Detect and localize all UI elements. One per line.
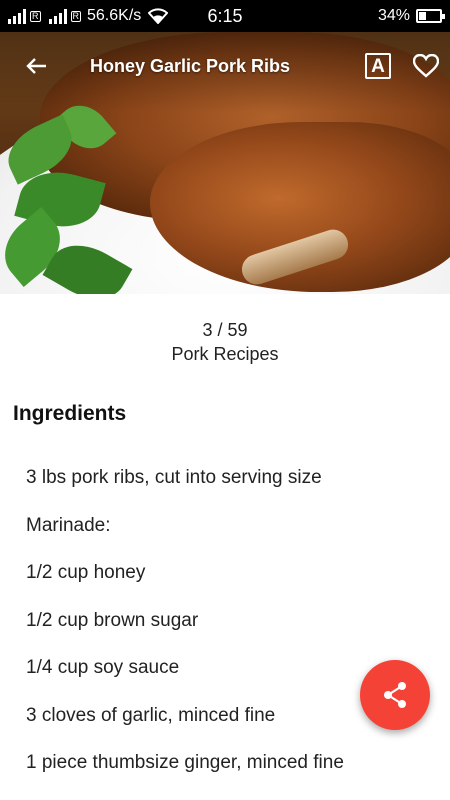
back-button[interactable] (0, 32, 72, 100)
status-right: 34% (377, 7, 445, 25)
battery-icon (416, 9, 445, 23)
recipe-counter: 3 / 59 Pork Recipes (0, 318, 450, 366)
ingredients-list: 3 lbs pork ribs, cut into serving size M… (26, 454, 440, 787)
recipe-position: 3 / 59 (202, 320, 248, 340)
signal-icon-2 (48, 8, 67, 24)
sim-badge-icon-2: R (70, 10, 81, 22)
signal-icon (8, 8, 26, 24)
ingredient-item: 3 lbs pork ribs, cut into serving size (26, 467, 322, 488)
heart-outline-icon (413, 54, 439, 78)
favorite-button[interactable] (402, 42, 450, 90)
font-size-icon: A (365, 53, 391, 79)
section-title-ingredients: Ingredients (13, 402, 127, 425)
ingredient-item: 1/2 cup honey (26, 562, 146, 583)
share-fab-button[interactable] (360, 660, 430, 730)
font-size-button[interactable]: A (354, 42, 402, 90)
ingredient-item: 1/2 cup brown sugar (26, 609, 199, 631)
status-bar: R R 56.6K/s 6:15 34% (0, 0, 450, 32)
battery-percent: 34% (377, 7, 410, 24)
status-left: R R 56.6K/s (8, 7, 378, 25)
recipe-category: Pork Recipes (171, 344, 279, 364)
wifi-icon (148, 8, 169, 24)
recipe-title: Honey Garlic Pork Ribs (90, 55, 291, 76)
ingredient-item: Marinade: (26, 514, 111, 536)
ingredient-item: 1 piece thumbsize ginger, minced fine (26, 752, 344, 773)
sim-badge-icon: R (30, 10, 41, 22)
network-speed: 56.6K/s (87, 7, 142, 24)
app-toolbar: Honey Garlic Pork Ribs A (0, 32, 450, 100)
arrow-left-icon (26, 58, 46, 74)
share-icon (384, 682, 406, 708)
